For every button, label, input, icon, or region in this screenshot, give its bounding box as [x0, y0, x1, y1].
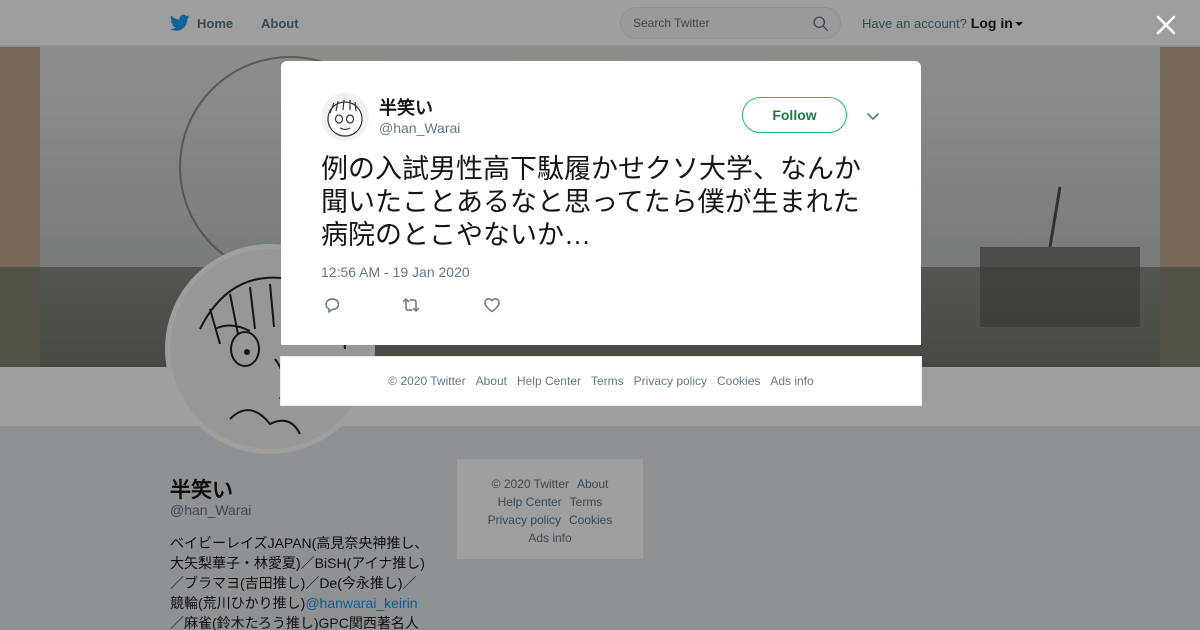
footer-privacy-link[interactable]: Privacy policy — [634, 374, 707, 388]
chevron-down-icon[interactable] — [865, 108, 881, 124]
tweet-author-handle[interactable]: @han_Warai — [379, 120, 460, 136]
close-icon[interactable] — [1154, 13, 1178, 37]
retweet-icon[interactable] — [401, 295, 421, 315]
reply-icon[interactable] — [322, 295, 342, 315]
author-avatar-drawing — [327, 99, 363, 137]
footer-cookies-link[interactable]: Cookies — [717, 374, 760, 388]
footer-ads-link[interactable]: Ads info — [770, 374, 813, 388]
footer-terms-link[interactable]: Terms — [591, 374, 624, 388]
tweet-timestamp[interactable]: 12:56 AM - 19 Jan 2020 — [321, 264, 470, 280]
tweet-text: 例の入試男性高下駄履かせクソ大学、なんか聞いたことあるなと思ってたら僕が生まれた… — [321, 154, 861, 250]
tweet-modal: 半笑い @han_Warai Follow 例の入試男性高下駄履かせクソ大学、な… — [281, 61, 921, 345]
like-heart-icon[interactable] — [482, 295, 502, 315]
footer-help-link[interactable]: Help Center — [517, 374, 581, 388]
tweet-author-avatar[interactable] — [321, 93, 369, 141]
follow-button[interactable]: Follow — [742, 97, 847, 133]
footer-about-link[interactable]: About — [476, 374, 507, 388]
modal-footer: © 2020 Twitter About Help Center Terms P… — [280, 356, 922, 406]
footer-copyright: © 2020 Twitter — [388, 374, 466, 388]
tweet-author-name[interactable]: 半笑い — [379, 94, 433, 120]
